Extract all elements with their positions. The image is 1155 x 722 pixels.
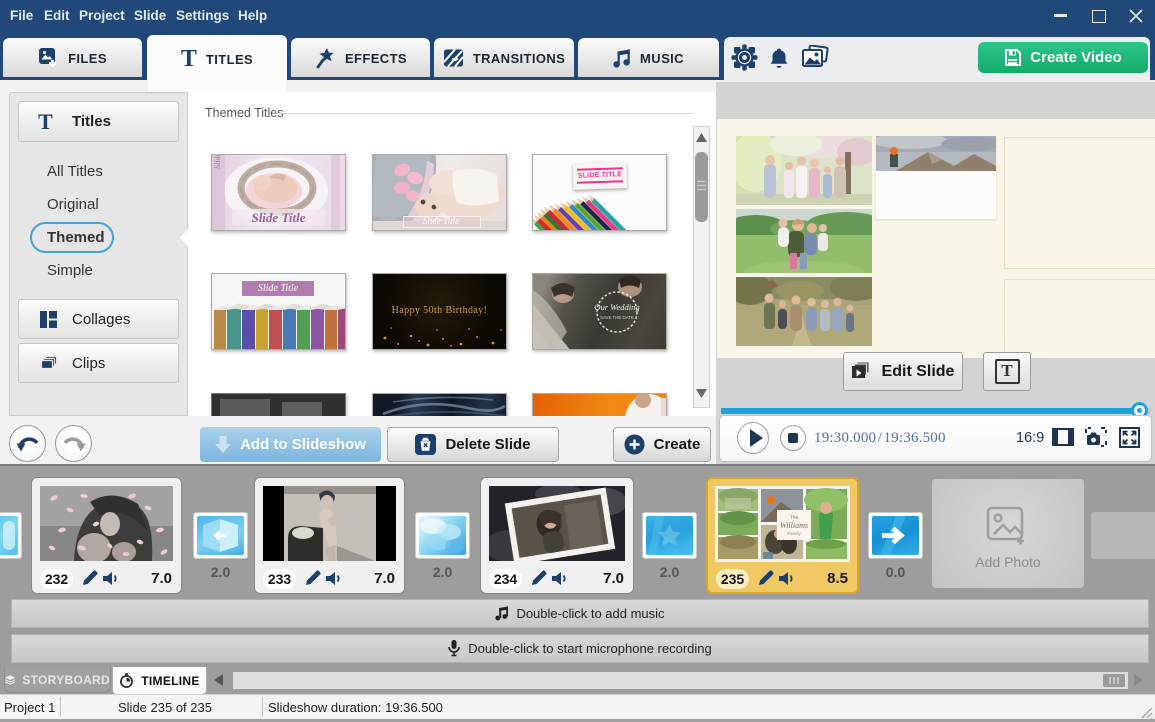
svg-text:SAVE THE DATE: SAVE THE DATE: [600, 315, 634, 320]
svg-text:Our Wedding: Our Wedding: [594, 302, 639, 312]
svg-text:Family: Family: [787, 531, 801, 536]
svg-text:Williams: Williams: [780, 521, 808, 530]
